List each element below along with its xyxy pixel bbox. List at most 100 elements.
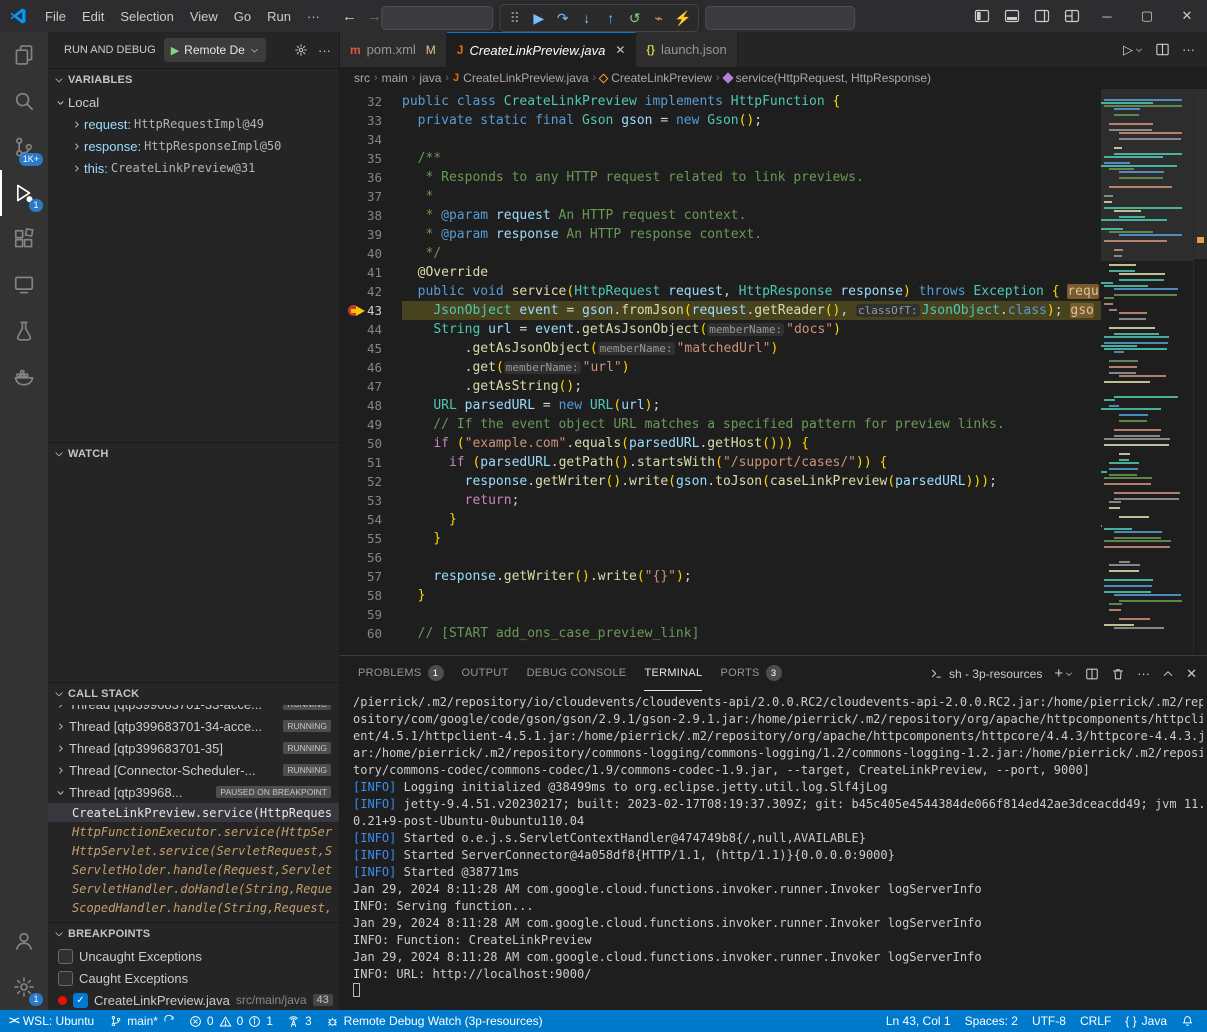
testing-icon[interactable]: [0, 308, 48, 354]
panel-more-actions-icon[interactable]: ···: [1137, 666, 1150, 681]
code-line[interactable]: 58 }: [340, 586, 1101, 605]
eol-item[interactable]: CRLF: [1073, 1010, 1118, 1032]
toggle-sidebar-icon[interactable]: [967, 0, 997, 32]
language-mode-item[interactable]: { } Java: [1118, 1010, 1174, 1032]
code-line[interactable]: 54 }: [340, 510, 1101, 529]
editor-more-actions-icon[interactable]: ···: [1182, 42, 1195, 57]
panel-tab-terminal[interactable]: TERMINAL: [644, 656, 702, 691]
notifications-bell-icon[interactable]: [1174, 1010, 1201, 1032]
toggle-panel-icon[interactable]: [997, 0, 1027, 32]
call-stack-thread-row[interactable]: Thread [qtp399683701-34-acce...RUNNING: [48, 715, 339, 737]
stack-frame-row[interactable]: ScopedHandler.handle(String,Request,: [48, 898, 339, 917]
code-line[interactable]: 49 // If the event object URL matches a …: [340, 415, 1101, 434]
code-line[interactable]: 36 * Responds to any HTTP request relate…: [340, 168, 1101, 187]
settings-gear-icon[interactable]: 1: [0, 964, 48, 1010]
editor-tab[interactable]: {}launch.json: [636, 32, 737, 67]
debug-config-dropdown[interactable]: ▶ Remote De: [164, 38, 266, 62]
breadcrumb-item[interactable]: src: [354, 71, 370, 85]
menu-run[interactable]: Run: [259, 6, 299, 27]
code-line[interactable]: 41 @Override: [340, 263, 1101, 282]
code-line[interactable]: 43 JsonObject event = gson.fromJson(requ…: [340, 301, 1101, 320]
tab-close-icon[interactable]: ✕: [615, 43, 625, 57]
panel-tab-ports[interactable]: PORTS3: [720, 656, 781, 691]
breakpoint-row[interactable]: ✓CreateLinkPreview.javasrc/main/java43: [48, 989, 339, 1010]
run-java-button[interactable]: ▷: [1123, 42, 1143, 58]
breakpoints-header[interactable]: BREAKPOINTS: [48, 923, 339, 945]
disconnect-icon[interactable]: ⌁: [647, 6, 671, 30]
run-and-debug-icon[interactable]: 1: [0, 170, 48, 216]
code-line[interactable]: 40 */: [340, 244, 1101, 263]
indentation-item[interactable]: Spaces: 2: [958, 1010, 1025, 1032]
breakpoint-checkbox[interactable]: [58, 971, 73, 986]
code-line[interactable]: 51 if (parsedURL.getPath().startsWith("/…: [340, 453, 1101, 472]
variables-header[interactable]: VARIABLES: [48, 69, 339, 91]
close-panel-icon[interactable]: ✕: [1186, 666, 1197, 682]
variable-row[interactable]: this:CreateLinkPreview@31: [48, 157, 339, 179]
restart-icon[interactable]: ↺: [623, 6, 647, 30]
problems-status-item[interactable]: 0 0 1: [182, 1010, 280, 1032]
code-line[interactable]: 34: [340, 130, 1101, 149]
menu-file[interactable]: File: [37, 6, 74, 27]
code-editor[interactable]: 32public class CreateLinkPreview impleme…: [340, 89, 1207, 655]
breadcrumb-item[interactable]: JCreateLinkPreview.java: [453, 71, 589, 85]
code-line[interactable]: 55 }: [340, 529, 1101, 548]
breadcrumb-item[interactable]: main: [382, 71, 408, 85]
code-line[interactable]: 59: [340, 605, 1101, 624]
menu-selection[interactable]: Selection: [112, 6, 181, 27]
breakpoint-checkbox[interactable]: ✓: [73, 993, 88, 1008]
maximize-panel-icon[interactable]: [1162, 668, 1174, 680]
code-line[interactable]: 33 private static final Gson gson = new …: [340, 111, 1101, 130]
breakpoint-row[interactable]: Caught Exceptions: [48, 967, 339, 989]
panel-tab-problems[interactable]: PROBLEMS1: [358, 656, 444, 691]
menu-go[interactable]: Go: [226, 6, 259, 27]
code-line[interactable]: 50 if ("example.com".equals(parsedURL.ge…: [340, 434, 1101, 453]
search-icon[interactable]: [0, 78, 48, 124]
maximize-button[interactable]: ▢: [1127, 0, 1167, 32]
split-terminal-icon[interactable]: [1085, 667, 1099, 681]
terminal-shell-selector[interactable]: sh - 3p-resources: [930, 667, 1042, 681]
back-icon[interactable]: ←: [342, 8, 357, 25]
code-line[interactable]: 35 /**: [340, 149, 1101, 168]
explorer-icon[interactable]: [0, 32, 48, 78]
call-stack-header[interactable]: CALL STACK: [48, 683, 339, 705]
minimap[interactable]: [1101, 89, 1193, 655]
code-line[interactable]: 39 * @param response An HTTP response co…: [340, 225, 1101, 244]
new-terminal-button[interactable]: +: [1054, 665, 1073, 682]
code-line[interactable]: 45 .getAsJsonObject(memberName:"matchedU…: [340, 339, 1101, 358]
editor-tab[interactable]: JCreateLinkPreview.java✕: [447, 32, 637, 67]
code-area[interactable]: 32public class CreateLinkPreview impleme…: [340, 89, 1101, 655]
split-editor-icon[interactable]: [1155, 42, 1170, 57]
variable-row[interactable]: request:HttpRequestImpl@49: [48, 113, 339, 135]
stack-frame-row[interactable]: CreateLinkPreview.service(HttpReques: [48, 803, 339, 822]
stack-frame-row[interactable]: HttpFunctionExecutor.service(HttpSer: [48, 822, 339, 841]
source-control-icon[interactable]: 1K+: [0, 124, 48, 170]
code-line[interactable]: 47 .getAsString();: [340, 377, 1101, 396]
menu-edit[interactable]: Edit: [74, 6, 112, 27]
breadcrumb-item[interactable]: service(HttpRequest, HttpResponse): [724, 71, 931, 85]
code-line[interactable]: 53 return;: [340, 491, 1101, 510]
code-line[interactable]: 60 // [START add_ons_case_preview_link]: [340, 624, 1101, 643]
toggle-secondary-sidebar-icon[interactable]: [1027, 0, 1057, 32]
command-center-left[interactable]: [381, 6, 493, 30]
git-branch-item[interactable]: main*: [103, 1010, 182, 1032]
step-into-icon[interactable]: ↓: [575, 6, 599, 30]
code-line[interactable]: 46 .get(memberName:"url"): [340, 358, 1101, 377]
call-stack-thread-row[interactable]: Thread [qtp39968...PAUSED ON BREAKPOINT: [48, 781, 339, 803]
code-line[interactable]: 38 * @param request An HTTP request cont…: [340, 206, 1101, 225]
watch-header[interactable]: WATCH: [48, 443, 339, 465]
terminal-output[interactable]: /pierrick/.m2/repository/io/cloudevents/…: [340, 691, 1207, 1010]
call-stack-thread-row[interactable]: Thread [Connector-Scheduler-...RUNNING: [48, 759, 339, 781]
breakpoint-row[interactable]: Uncaught Exceptions: [48, 945, 339, 967]
call-stack-thread-row[interactable]: Thread [qtp399683701-35]RUNNING: [48, 737, 339, 759]
variable-row[interactable]: response:HttpResponseImpl@50: [48, 135, 339, 157]
kill-terminal-icon[interactable]: [1111, 667, 1125, 681]
sidebar-more-actions-icon[interactable]: ···: [318, 43, 331, 58]
menu-more[interactable]: ···: [299, 6, 328, 27]
editor-tab[interactable]: mpom.xmlM: [340, 32, 447, 67]
code-line[interactable]: 42 public void service(HttpRequest reque…: [340, 282, 1101, 301]
cursor-position-item[interactable]: Ln 43, Col 1: [879, 1010, 958, 1032]
stack-frame-row[interactable]: ServletHolder.handle(Request,Servlet: [48, 860, 339, 879]
debug-settings-gear-icon[interactable]: [294, 43, 308, 57]
code-line[interactable]: 37 *: [340, 187, 1101, 206]
customize-layout-icon[interactable]: [1057, 0, 1087, 32]
